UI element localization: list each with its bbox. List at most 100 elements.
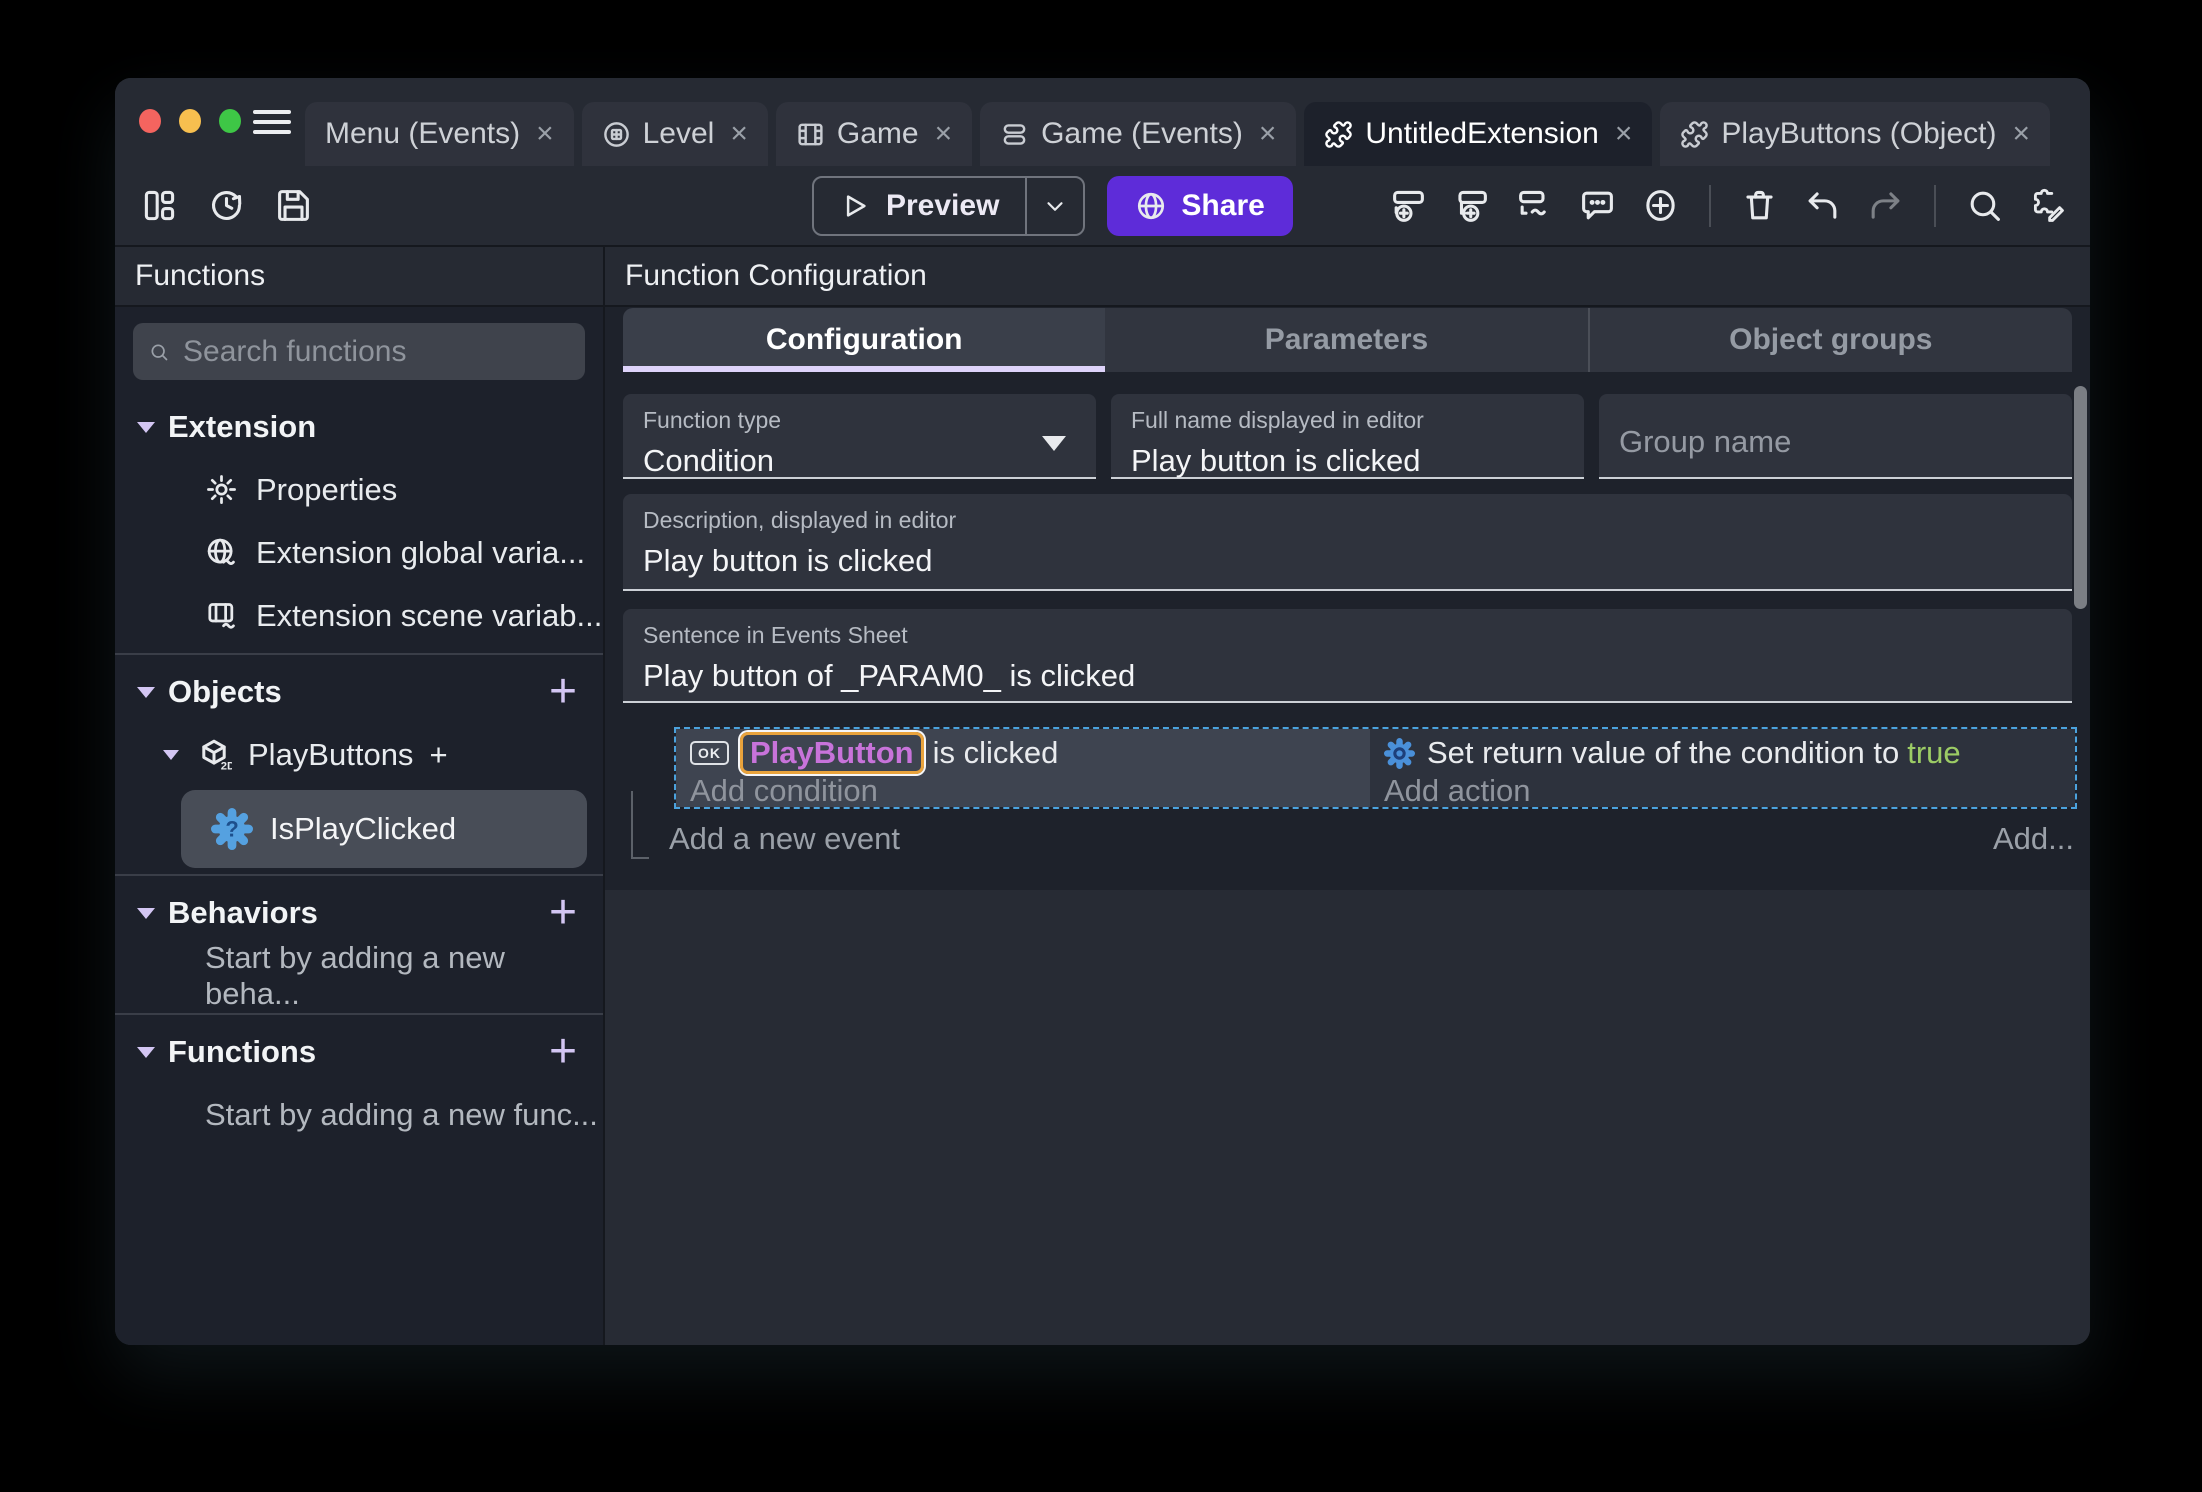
function-configuration-panel: Function Configuration Configuration Par…: [605, 247, 2090, 1345]
preview-options-button[interactable]: [1025, 177, 1083, 234]
add-behavior-button[interactable]: +: [549, 889, 577, 937]
edit-extension-icon[interactable]: [2029, 187, 2066, 224]
search-icon[interactable]: [1966, 187, 2003, 224]
sentence-field[interactable]: Sentence in Events Sheet Play button of …: [623, 609, 2072, 703]
search-functions-input[interactable]: [183, 334, 569, 369]
close-tab-icon[interactable]: ×: [536, 117, 554, 151]
extension-puzzle-icon: [1325, 120, 1353, 148]
preview-split-button: Preview: [812, 175, 1086, 236]
tree-item-label: Properties: [256, 471, 398, 507]
group-name-field[interactable]: [1599, 394, 2072, 479]
add-other-event-icon[interactable]: [1516, 187, 1553, 224]
tab-label: Level: [642, 117, 715, 150]
field-label: Description, displayed in editor: [643, 507, 957, 533]
search-functions-box[interactable]: [133, 323, 585, 380]
main-menu-icon[interactable]: [253, 110, 291, 134]
add-condition-link[interactable]: Add condition: [690, 773, 1360, 809]
history-icon[interactable]: [208, 187, 245, 224]
tab-game[interactable]: Game ×: [775, 102, 973, 166]
action-value-true[interactable]: true: [1907, 735, 1960, 771]
tab-parameters[interactable]: Parameters: [1105, 308, 1588, 372]
tab-object-groups[interactable]: Object groups: [1587, 308, 2072, 372]
caret-down-icon[interactable]: [137, 907, 155, 919]
window-controls: [139, 109, 241, 133]
share-label: Share: [1181, 188, 1265, 222]
caret-down-icon[interactable]: [137, 1046, 155, 1058]
section-extension[interactable]: Extension: [115, 396, 603, 458]
add-new-event-link[interactable]: Add a new event: [669, 821, 900, 857]
tab-untitled-extension[interactable]: UntitledExtension ×: [1304, 102, 1653, 166]
section-behaviors[interactable]: Behaviors +: [115, 882, 603, 944]
tree-item-extension-scene-variables[interactable]: Extension scene variab...: [115, 584, 603, 647]
add-action-link[interactable]: Add action: [1384, 773, 2065, 809]
tab-playbuttons-object[interactable]: PlayButtons (Object) ×: [1660, 102, 2051, 166]
group-name-input[interactable]: [1619, 424, 2054, 460]
scene-variable-icon: [208, 603, 235, 629]
section-objects[interactable]: Objects +: [115, 661, 603, 723]
close-tab-icon[interactable]: ×: [1259, 117, 1277, 151]
add-circle-icon[interactable]: [1642, 187, 1679, 224]
tab-label: Menu (Events): [325, 117, 521, 150]
add-event-icon[interactable]: [1390, 187, 1427, 224]
tab-menu-events[interactable]: Menu (Events) ×: [305, 102, 574, 166]
description-field[interactable]: Description, displayed in editor Play bu…: [623, 494, 2072, 591]
full-name-field[interactable]: Full name displayed in editor Play butto…: [1111, 394, 1584, 479]
configuration-form: Function type Condition Full name displa…: [605, 372, 2090, 703]
section-functions[interactable]: Functions +: [115, 1021, 603, 1083]
dropdown-arrow-icon[interactable]: [1042, 436, 1066, 451]
trash-icon[interactable]: [1741, 187, 1778, 224]
tab-game-events[interactable]: Game (Events) ×: [980, 102, 1297, 166]
tab-configuration[interactable]: Configuration: [623, 308, 1106, 372]
close-tab-icon[interactable]: ×: [1615, 117, 1633, 151]
minimize-window-button[interactable]: [179, 109, 201, 133]
redo-icon[interactable]: [1867, 187, 1904, 224]
add-more-button[interactable]: Add...: [1993, 821, 2074, 857]
tree-item-properties[interactable]: Properties: [115, 458, 603, 521]
maximize-window-button[interactable]: [219, 109, 241, 133]
actions-cell[interactable]: Set return value of the condition to tru…: [1370, 729, 2075, 809]
tree-item-isplayclicked-selected[interactable]: ? IsPlayClicked: [181, 790, 587, 868]
close-window-button[interactable]: [139, 109, 161, 133]
field-value: Play button of _PARAM0_ is clicked: [643, 658, 1136, 693]
screenshot-background: Menu (Events) × Level × Game × Game (Eve…: [0, 0, 2202, 1492]
behaviors-empty-hint: Start by adding a new beha...: [205, 939, 505, 1011]
workspace: Functions Extension Properties: [115, 245, 2090, 1345]
caret-down-icon[interactable]: [163, 749, 179, 760]
close-tab-icon[interactable]: ×: [2012, 117, 2030, 151]
add-object-function-button[interactable]: +: [429, 735, 447, 775]
undo-icon[interactable]: [1804, 187, 1841, 224]
add-object-button[interactable]: +: [549, 668, 577, 716]
event-row-selected[interactable]: OK PlayButton is clicked Add condition S…: [674, 727, 2077, 809]
caret-down-icon[interactable]: [137, 421, 155, 433]
svg-text:2D: 2D: [221, 760, 232, 772]
object-name-highlighted[interactable]: PlayButton: [740, 732, 924, 774]
action-text: Set return value of the condition to: [1427, 735, 1900, 770]
preview-button[interactable]: Preview: [814, 178, 1025, 234]
section-label: Extension: [168, 409, 317, 444]
vertical-scrollbar-thumb[interactable]: [2074, 386, 2087, 609]
functions-empty-hint: Start by adding a new func...: [205, 1096, 598, 1132]
scene-icon: [603, 121, 629, 147]
close-tab-icon[interactable]: ×: [730, 117, 748, 151]
svg-text:?: ?: [225, 817, 238, 842]
field-value: Condition: [643, 443, 774, 478]
tree-item-extension-global-variables[interactable]: Extension global varia...: [115, 521, 603, 584]
events-list-icon: [1003, 123, 1026, 145]
comment-icon[interactable]: [1579, 187, 1616, 224]
toolbar-right-group: [1390, 184, 2066, 227]
toolbar-left-group: [141, 187, 312, 224]
divider: [115, 1013, 603, 1015]
save-icon[interactable]: [275, 187, 312, 224]
function-type-select[interactable]: Function type Condition: [623, 394, 1096, 479]
share-button[interactable]: Share: [1107, 175, 1293, 236]
panel-title: Function Configuration: [605, 247, 2090, 307]
close-tab-icon[interactable]: ×: [935, 117, 953, 151]
tab-level[interactable]: Level ×: [581, 102, 768, 166]
object-2d-cube-icon: 2D: [202, 739, 232, 772]
add-subevent-icon[interactable]: [1453, 187, 1490, 224]
conditions-cell[interactable]: OK PlayButton is clicked Add condition: [676, 729, 1370, 809]
home-dashboard-icon[interactable]: [141, 187, 178, 224]
tree-item-playbuttons[interactable]: 2D PlayButtons +: [115, 723, 603, 786]
caret-down-icon[interactable]: [137, 686, 155, 698]
add-function-button[interactable]: +: [549, 1028, 577, 1076]
